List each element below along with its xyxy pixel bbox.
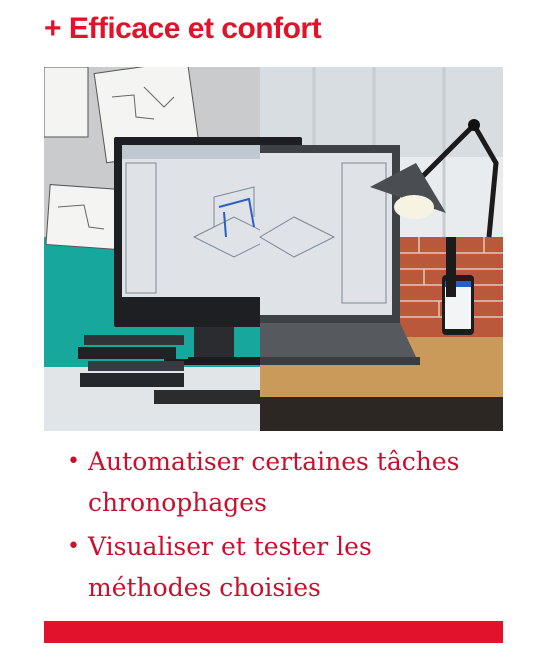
bullet-icon: • <box>67 449 80 474</box>
list-item-text: Visualiser et tester les méthodes choisi… <box>88 532 372 602</box>
list-item: • Automatiser certaines tâches chronopha… <box>44 441 503 523</box>
feature-card: • Automatiser certaines tâches chronopha… <box>44 67 503 643</box>
list-item: • Visualiser et tester les méthodes choi… <box>44 526 503 608</box>
bullet-icon: • <box>67 534 80 559</box>
accent-bar <box>44 621 503 643</box>
office-illustration-image <box>44 67 503 431</box>
list-item-text: Automatiser certaines tâches chronophage… <box>88 447 460 517</box>
feature-list: • Automatiser certaines tâches chronopha… <box>44 441 503 611</box>
section-title: + Efficace et confort <box>44 12 322 45</box>
